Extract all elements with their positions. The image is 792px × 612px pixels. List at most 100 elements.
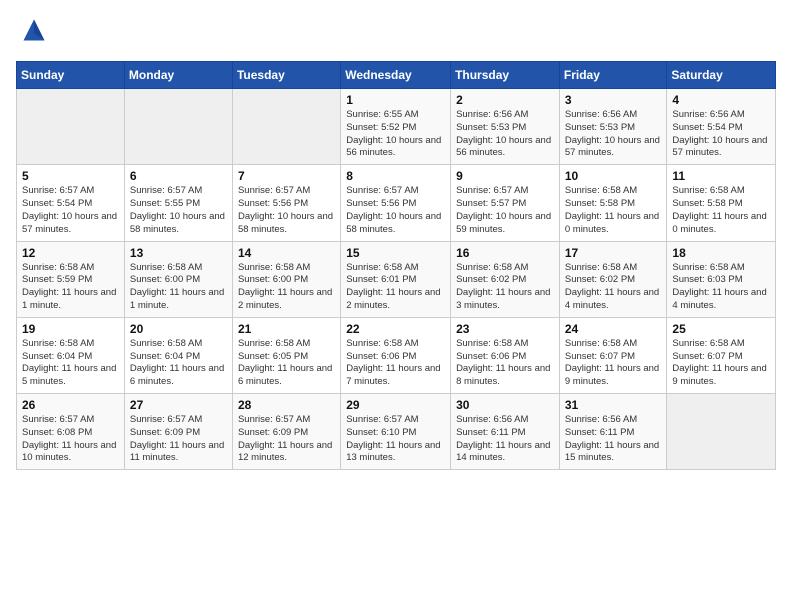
day-number: 6 [130,169,227,183]
day-number: 31 [565,398,662,412]
page-header [16,16,776,49]
calendar-cell [232,89,340,165]
calendar-week-row: 5 Sunrise: 6:57 AMSunset: 5:54 PMDaylight… [17,165,776,241]
calendar-cell: 23 Sunrise: 6:58 AMSunset: 6:06 PMDayligh… [451,317,560,393]
day-number: 28 [238,398,335,412]
day-info: Sunrise: 6:58 AMSunset: 5:59 PMDaylight:… [22,262,119,313]
calendar-week-row: 26 Sunrise: 6:57 AMSunset: 6:08 PMDayligh… [17,394,776,470]
calendar-cell: 25 Sunrise: 6:58 AMSunset: 6:07 PMDayligh… [667,317,776,393]
calendar-week-row: 1 Sunrise: 6:55 AMSunset: 5:52 PMDaylight… [17,89,776,165]
day-info: Sunrise: 6:58 AMSunset: 6:04 PMDaylight:… [130,338,227,389]
day-info: Sunrise: 6:57 AMSunset: 6:10 PMDaylight:… [346,414,445,465]
day-info: Sunrise: 6:57 AMSunset: 5:56 PMDaylight:… [346,185,445,236]
day-info: Sunrise: 6:57 AMSunset: 5:54 PMDaylight:… [22,185,119,236]
calendar-cell [124,89,232,165]
calendar-cell: 31 Sunrise: 6:56 AMSunset: 6:11 PMDayligh… [559,394,667,470]
calendar-cell [667,394,776,470]
calendar-cell: 8 Sunrise: 6:57 AMSunset: 5:56 PMDaylight… [341,165,451,241]
calendar-cell [17,89,125,165]
day-number: 20 [130,322,227,336]
calendar-cell: 17 Sunrise: 6:58 AMSunset: 6:02 PMDayligh… [559,241,667,317]
calendar-cell: 19 Sunrise: 6:58 AMSunset: 6:04 PMDayligh… [17,317,125,393]
calendar-cell: 3 Sunrise: 6:56 AMSunset: 5:53 PMDaylight… [559,89,667,165]
day-number: 17 [565,246,662,260]
day-info: Sunrise: 6:58 AMSunset: 6:06 PMDaylight:… [456,338,554,389]
day-info: Sunrise: 6:58 AMSunset: 6:04 PMDaylight:… [22,338,119,389]
day-number: 26 [22,398,119,412]
day-info: Sunrise: 6:58 AMSunset: 5:58 PMDaylight:… [672,185,770,236]
day-info: Sunrise: 6:58 AMSunset: 6:07 PMDaylight:… [672,338,770,389]
day-number: 11 [672,169,770,183]
column-header-saturday: Saturday [667,62,776,89]
calendar-cell: 27 Sunrise: 6:57 AMSunset: 6:09 PMDayligh… [124,394,232,470]
logo-icon [20,16,48,44]
calendar-cell: 7 Sunrise: 6:57 AMSunset: 5:56 PMDaylight… [232,165,340,241]
day-info: Sunrise: 6:58 AMSunset: 6:01 PMDaylight:… [346,262,445,313]
calendar-cell: 11 Sunrise: 6:58 AMSunset: 5:58 PMDayligh… [667,165,776,241]
column-header-sunday: Sunday [17,62,125,89]
calendar-table: SundayMondayTuesdayWednesdayThursdayFrid… [16,61,776,470]
day-number: 13 [130,246,227,260]
day-info: Sunrise: 6:56 AMSunset: 5:54 PMDaylight:… [672,109,770,160]
day-info: Sunrise: 6:57 AMSunset: 6:09 PMDaylight:… [130,414,227,465]
calendar-cell: 30 Sunrise: 6:56 AMSunset: 6:11 PMDayligh… [451,394,560,470]
day-number: 23 [456,322,554,336]
day-number: 9 [456,169,554,183]
day-number: 27 [130,398,227,412]
day-number: 30 [456,398,554,412]
day-number: 19 [22,322,119,336]
day-info: Sunrise: 6:58 AMSunset: 6:03 PMDaylight:… [672,262,770,313]
column-header-friday: Friday [559,62,667,89]
day-number: 10 [565,169,662,183]
column-header-tuesday: Tuesday [232,62,340,89]
day-number: 2 [456,93,554,107]
day-info: Sunrise: 6:58 AMSunset: 5:58 PMDaylight:… [565,185,662,236]
day-number: 29 [346,398,445,412]
calendar-cell: 18Sunrise: 6:58 AMSunset: 6:03 PMDayligh… [667,241,776,317]
day-number: 7 [238,169,335,183]
calendar-cell: 9Sunrise: 6:57 AMSunset: 5:57 PMDaylight… [451,165,560,241]
day-number: 8 [346,169,445,183]
calendar-cell: 21Sunrise: 6:58 AMSunset: 6:05 PMDayligh… [232,317,340,393]
calendar-cell: 15Sunrise: 6:58 AMSunset: 6:01 PMDayligh… [341,241,451,317]
calendar-cell: 1 Sunrise: 6:55 AMSunset: 5:52 PMDaylight… [341,89,451,165]
calendar-cell: 26 Sunrise: 6:57 AMSunset: 6:08 PMDayligh… [17,394,125,470]
day-info: Sunrise: 6:57 AMSunset: 6:08 PMDaylight:… [22,414,119,465]
column-header-wednesday: Wednesday [341,62,451,89]
day-number: 22 [346,322,445,336]
day-number: 25 [672,322,770,336]
calendar-cell: 16Sunrise: 6:58 AMSunset: 6:02 PMDayligh… [451,241,560,317]
day-info: Sunrise: 6:58 AMSunset: 6:07 PMDaylight:… [565,338,662,389]
calendar-cell: 6 Sunrise: 6:57 AMSunset: 5:55 PMDaylight… [124,165,232,241]
day-number: 5 [22,169,119,183]
day-info: Sunrise: 6:58 AMSunset: 6:00 PMDaylight:… [238,262,335,313]
day-info: Sunrise: 6:58 AMSunset: 6:00 PMDaylight:… [130,262,227,313]
day-info: Sunrise: 6:57 AMSunset: 6:09 PMDaylight:… [238,414,335,465]
calendar-cell: 12 Sunrise: 6:58 AMSunset: 5:59 PMDayligh… [17,241,125,317]
day-info: Sunrise: 6:57 AMSunset: 5:55 PMDaylight:… [130,185,227,236]
day-number: 24 [565,322,662,336]
day-info: Sunrise: 6:58 AMSunset: 6:02 PMDaylight:… [565,262,662,313]
calendar-cell: 22 Sunrise: 6:58 AMSunset: 6:06 PMDayligh… [341,317,451,393]
day-info: Sunrise: 6:56 AMSunset: 6:11 PMDaylight:… [565,414,662,465]
day-number: 4 [672,93,770,107]
day-info: Sunrise: 6:56 AMSunset: 5:53 PMDaylight:… [565,109,662,160]
calendar-cell: 29 Sunrise: 6:57 AMSunset: 6:10 PMDayligh… [341,394,451,470]
day-info: Sunrise: 6:56 AMSunset: 6:11 PMDaylight:… [456,414,554,465]
day-number: 12 [22,246,119,260]
day-info: Sunrise: 6:56 AMSunset: 5:53 PMDaylight:… [456,109,554,160]
day-number: 1 [346,93,445,107]
calendar-cell: 5 Sunrise: 6:57 AMSunset: 5:54 PMDaylight… [17,165,125,241]
day-info: Sunrise: 6:58 AMSunset: 6:06 PMDaylight:… [346,338,445,389]
column-header-thursday: Thursday [451,62,560,89]
day-info: Sunrise: 6:57 AMSunset: 5:56 PMDaylight:… [238,185,335,236]
calendar-week-row: 19 Sunrise: 6:58 AMSunset: 6:04 PMDayligh… [17,317,776,393]
calendar-cell: 10 Sunrise: 6:58 AMSunset: 5:58 PMDayligh… [559,165,667,241]
logo [16,16,48,49]
day-number: 3 [565,93,662,107]
day-info: Sunrise: 6:58 AMSunset: 6:02 PMDaylight:… [456,262,554,313]
day-number: 21 [238,322,335,336]
day-info: Sunrise: 6:55 AMSunset: 5:52 PMDaylight:… [346,109,445,160]
day-number: 14 [238,246,335,260]
calendar-cell: 20 Sunrise: 6:58 AMSunset: 6:04 PMDayligh… [124,317,232,393]
